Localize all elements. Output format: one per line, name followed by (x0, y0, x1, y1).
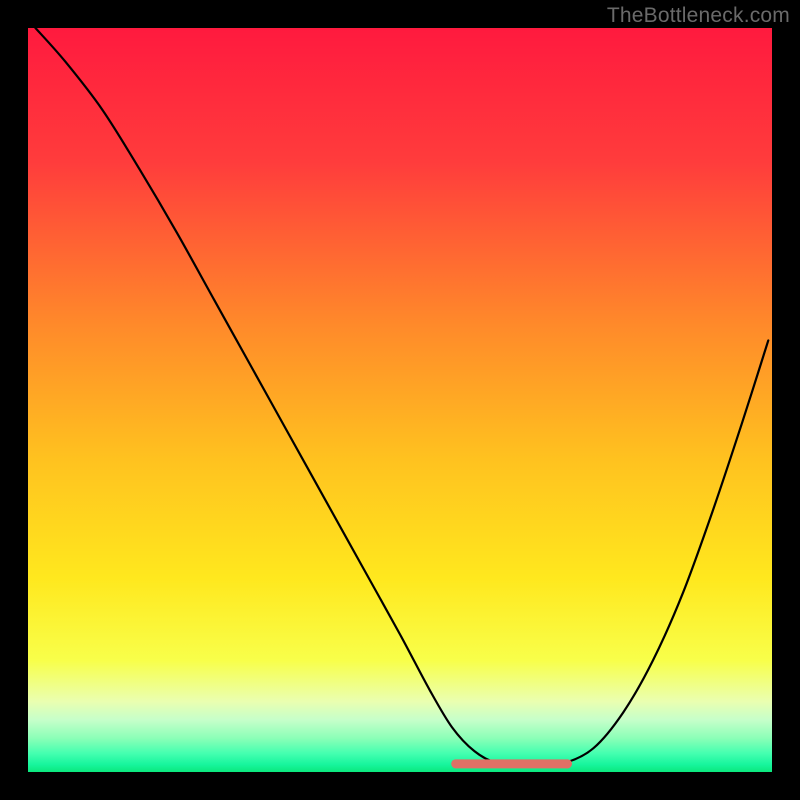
watermark-text: TheBottleneck.com (607, 4, 790, 28)
optimal-range-end-left (451, 759, 460, 768)
optimal-range-end-right (563, 759, 572, 768)
optimal-range-marker (451, 759, 572, 768)
plot-area (28, 28, 772, 772)
chart-frame: TheBottleneck.com (0, 0, 800, 800)
chart-svg (28, 28, 772, 772)
gradient-background (28, 28, 772, 772)
